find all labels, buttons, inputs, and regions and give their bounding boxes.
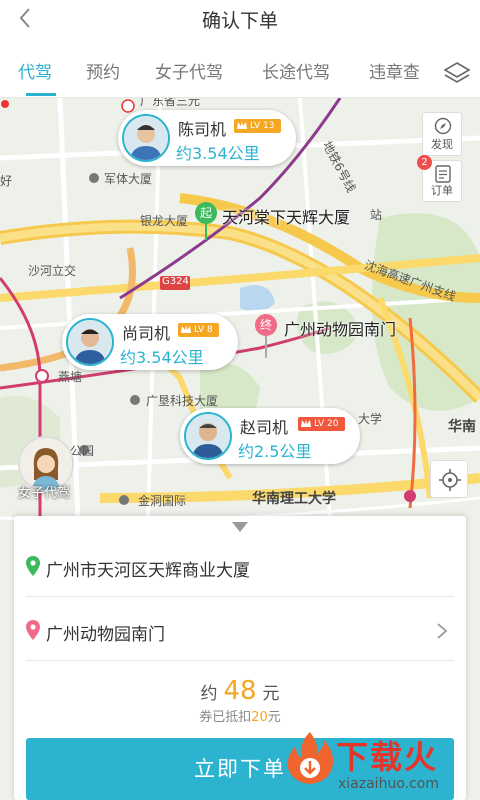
driver-level-badge: LV 13 [234,119,281,133]
driver-name: 陈司机 [178,120,227,139]
driver-level: LV 20 [314,419,339,429]
end-marker[interactable]: 终 [255,314,277,336]
crosshair-icon [439,469,461,491]
driver-name: 尚司机 [122,324,171,343]
start-address: 广州市天河区天辉商业大厦 [46,561,250,581]
map-label-juntidasha: 军体大厦 [104,172,153,186]
driver-level: LV 8 [194,325,213,335]
female-driver-label: 女子代驾 [18,486,71,501]
price-estimate: 约 48 元 [14,676,466,706]
map-label-guangken: 广垦科技大厦 [146,394,219,408]
price-prefix: 约 [200,684,218,704]
driver-photo-icon [68,320,112,364]
map-label-park: 公园 [70,444,95,458]
flame-logo-icon [287,732,333,784]
start-address-row[interactable]: 广州市天河区天辉商业大厦 [26,544,454,590]
crown-icon [301,419,311,427]
driver-name: 赵司机 [240,418,289,437]
map-label-huanan: 华南 [448,419,476,435]
end-marker-label: 广州动物园南门 [284,320,397,339]
map-label-yinlongdasha: 银龙大厦 [140,214,189,228]
chevron-right-icon [437,623,448,639]
crown-icon [181,325,191,333]
end-address: 广州动物园南门 [46,625,165,645]
map-label-daxue: 大学 [358,412,383,426]
watermark-title: 下载火 [336,738,439,776]
price-divider [26,660,454,661]
map-label-jindong: 金洞国际 [138,494,187,508]
top-bar: 确认下单 [0,0,480,38]
orders-label: 订单 [431,184,453,197]
map-label-hao: 好 [0,174,13,188]
driver-distance: 约3.54公里 [176,144,260,163]
driver-card-zhao[interactable]: 赵司机 LV 20 约2.5公里 [180,408,360,464]
map-label-guangdong-sanyuan: 广东省三元 [140,98,201,108]
order-list-icon [435,165,451,183]
driver-card-shang[interactable]: 尚司机 LV 8 约3.54公里 [62,314,238,370]
tab-daijia[interactable]: 代驾 [18,58,52,83]
price-amount: 48 [223,676,257,706]
tab-yuyue[interactable]: 预约 [86,58,120,83]
collapse-arrow-icon[interactable] [232,522,248,532]
watermark-subtitle: xiazaihuo.com [338,776,439,792]
map-label-zhan: 站 [370,208,383,222]
discover-button[interactable]: 发现 [422,112,462,156]
coupon-prefix: 券已抵扣 [199,710,252,725]
tabs-fade [416,48,436,96]
address-divider [26,596,454,597]
end-pin-icon [26,620,40,640]
compass-icon [434,117,452,135]
map-label-g324: G324 [162,276,189,287]
tab-female-driver[interactable]: 女子代驾 [155,58,223,83]
price-unit: 元 [262,684,280,704]
tab-long-distance[interactable]: 长途代驾 [262,58,330,83]
driver-level-badge: LV 20 [298,417,345,431]
driver-level: LV 13 [250,121,275,131]
map-label-scut: 华南理工大学 [252,491,336,507]
locate-button[interactable] [430,460,468,498]
end-address-row[interactable]: 广州动物园南门 [26,608,454,654]
driver-photo-icon [186,414,230,458]
coupon-info: 券已抵扣20元 [14,706,466,725]
driver-distance: 约3.54公里 [120,348,204,367]
map-label-shaheliji: 沙河立交 [28,264,77,278]
orders-button[interactable]: 2 订单 [417,155,462,202]
start-pin-icon [26,556,40,576]
service-tabs: 代驾 预约 女子代驾 长途代驾 违章查 [0,48,480,98]
layers-icon[interactable] [442,60,472,88]
map-label-yantang: 燕塘 [58,370,83,384]
coupon-unit: 元 [267,710,281,725]
driver-avatar [122,114,170,162]
coupon-amount: 20 [251,710,268,725]
tab-violation[interactable]: 违章查 [369,58,420,83]
driver-distance: 约2.5公里 [238,442,312,461]
crown-icon [237,121,247,129]
site-watermark: 下载火 xiazaihuo.com [282,724,480,800]
page-title: 确认下单 [201,10,278,32]
discover-label: 发现 [431,138,453,151]
start-marker[interactable]: 起 [195,202,217,224]
start-marker-stem [205,224,207,240]
orders-count-badge: 2 [417,155,432,170]
end-marker-stem [265,336,267,358]
start-marker-label: 天河棠下天辉大厦 [222,208,351,227]
driver-level-badge: LV 8 [178,323,219,337]
driver-photo-icon [124,116,168,160]
active-tab-indicator [26,93,56,96]
driver-avatar [66,318,114,366]
driver-card-chen[interactable]: 陈司机 LV 13 约3.54公里 [118,110,296,166]
driver-avatar [184,412,232,460]
